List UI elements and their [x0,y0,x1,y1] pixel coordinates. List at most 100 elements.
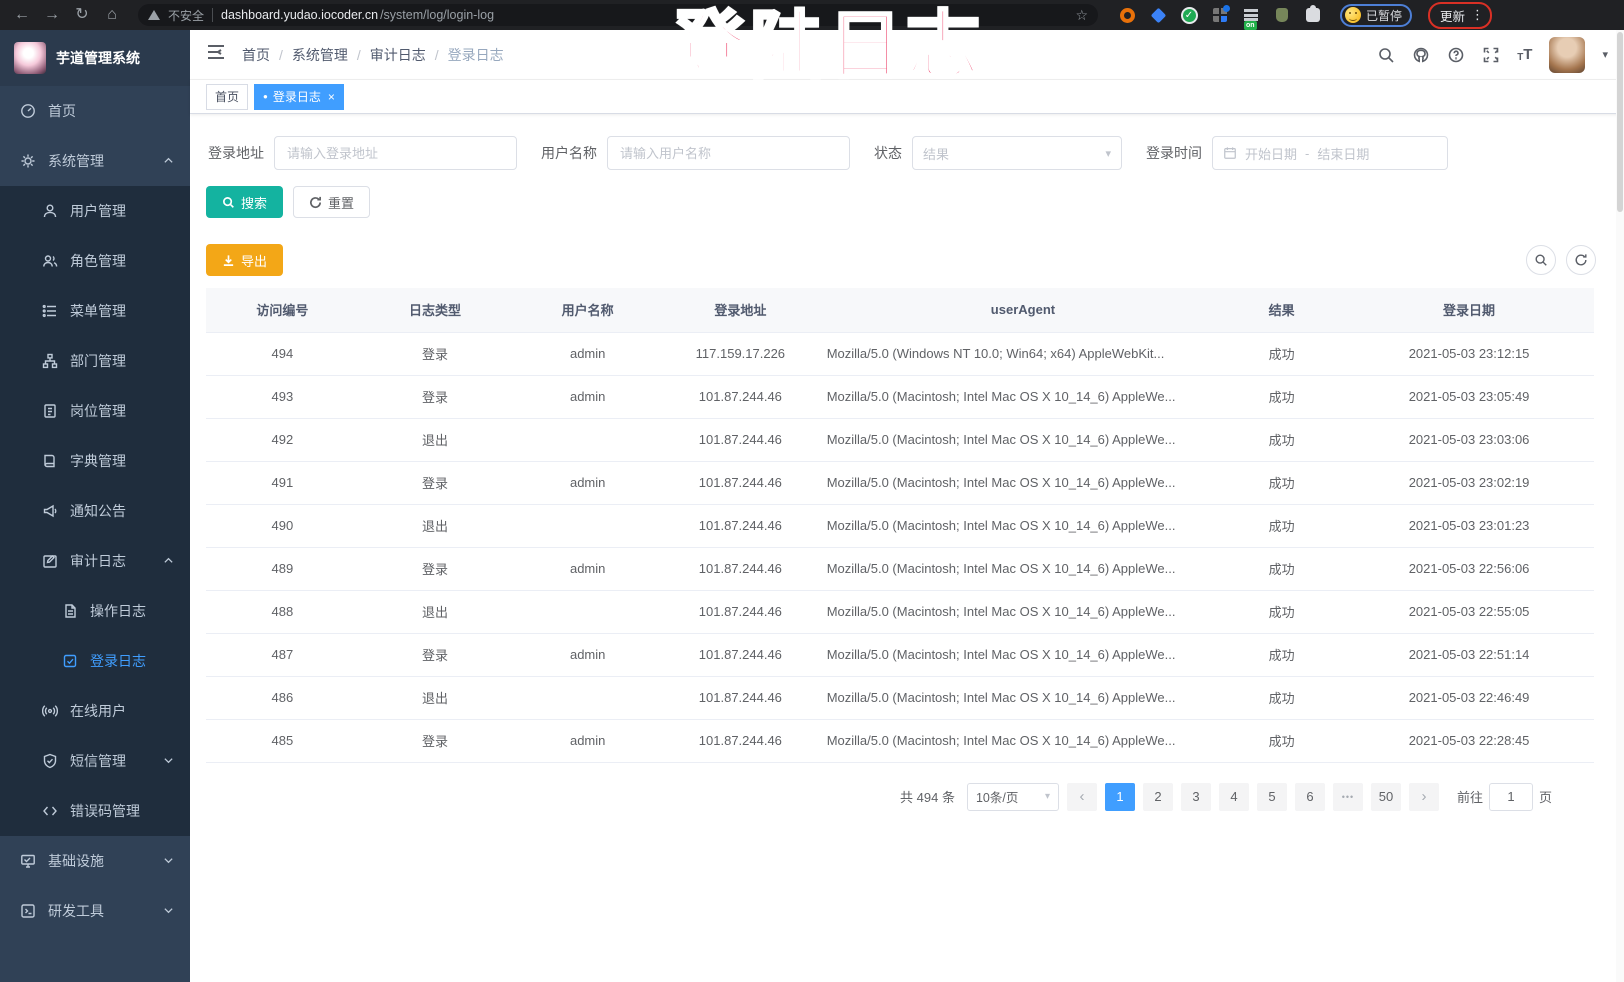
address-bar[interactable]: 不安全 dashboard.yudao.iocoder.cn /system/l… [138,4,1098,26]
close-icon[interactable]: × [328,90,335,104]
page-scrollbar[interactable] [1616,30,1624,982]
font-size-icon[interactable]: TT [1517,46,1532,63]
sidebar-item-users[interactable]: 用户管理 [0,186,190,236]
page-size-select[interactable]: 10条/页 ▾ [967,783,1059,811]
browser-menu-icon[interactable]: ⋮ [1471,7,1484,23]
url-path: /system/log/login-log [380,8,494,22]
sidebar-item-login-log[interactable]: 登录日志 [0,636,190,686]
extension-orange-icon[interactable] [1118,6,1136,24]
sidebar-item-dev-tools[interactable]: 研发工具 [0,886,190,936]
login-time-label: 登录时间 [1146,143,1202,163]
browser-toolbar: ← → ↻ ⌂ 不安全 dashboard.yudao.iocoder.cn /… [0,0,1624,30]
user-avatar[interactable] [1549,37,1585,73]
tab-home[interactable]: 首页 [206,84,248,110]
search-icon[interactable] [1377,46,1395,64]
extension-green-check-icon[interactable]: ✓ [1180,6,1198,24]
sidebar-item-menus[interactable]: 菜单管理 [0,286,190,336]
sidebar-item-sms[interactable]: 短信管理 [0,736,190,786]
page-button-5[interactable]: 5 [1257,783,1287,811]
toggle-search-button[interactable] [1526,245,1556,275]
login-log-icon [62,653,78,669]
extensions-puzzle-icon[interactable] [1304,6,1322,24]
help-icon[interactable] [1447,46,1465,64]
table-row[interactable]: 490退出101.87.244.46Mozilla/5.0 (Macintosh… [206,504,1594,547]
sidebar-item-system[interactable]: 系统管理 [0,136,190,186]
browser-home-icon[interactable]: ⌂ [100,0,124,30]
table-row[interactable]: 489登录admin101.87.244.46Mozilla/5.0 (Maci… [206,547,1594,590]
chevron-down-icon [163,853,174,869]
table-row[interactable]: 488退出101.87.244.46Mozilla/5.0 (Macintosh… [206,590,1594,633]
status-select[interactable]: 结果 ▾ [912,136,1122,170]
table-row[interactable]: 485登录admin101.87.244.46Mozilla/5.0 (Maci… [206,719,1594,762]
page-button-3[interactable]: 3 [1181,783,1211,811]
breadcrumb-system[interactable]: 系统管理 [292,45,348,65]
not-secure-label: 不安全 [168,7,204,24]
page-button-50[interactable]: 50 [1371,783,1401,811]
page-unit-label: 页 [1539,787,1552,806]
page-content: 登录地址 用户名称 状态 结果 ▾ 登录时间 开始日期 - 结束日期 [190,114,1624,982]
extension-diamond-icon[interactable] [1149,6,1167,24]
sidebar-item-roles[interactable]: 角色管理 [0,236,190,286]
extension-plug-icon[interactable] [1273,6,1291,24]
table-toolbar: 导出 [206,244,1608,276]
col-header-id: 访问编号 [206,288,359,332]
table-header-row: 访问编号 日志类型 用户名称 登录地址 userAgent 结果 登录日期 [206,288,1594,332]
date-range-picker[interactable]: 开始日期 - 结束日期 [1212,136,1448,170]
page-button-4[interactable]: 4 [1219,783,1249,811]
sidebar-item-home[interactable]: 首页 [0,86,190,136]
bookmark-star-icon[interactable]: ☆ [1075,7,1088,24]
next-page-button[interactable]: › [1409,783,1439,811]
login-address-input[interactable] [274,136,517,170]
page-button-1[interactable]: 1 [1105,783,1135,811]
table-row[interactable]: 487登录admin101.87.244.46Mozilla/5.0 (Maci… [206,633,1594,676]
sidebar-item-infrastructure[interactable]: 基础设施 [0,836,190,886]
table-row[interactable]: 491登录admin101.87.244.46Mozilla/5.0 (Maci… [206,461,1594,504]
filter-form: 登录地址 用户名称 状态 结果 ▾ 登录时间 开始日期 - 结束日期 [206,136,1608,170]
username-input[interactable] [607,136,850,170]
sidebar-item-departments[interactable]: 部门管理 [0,336,190,386]
breadcrumb-audit[interactable]: 审计日志 [370,45,426,65]
browser-update-button[interactable]: 更新 ⋮ [1428,2,1492,29]
extension-list-on-icon[interactable]: on [1242,6,1260,24]
avatar-caret-icon[interactable]: ▾ [1602,48,1608,61]
refresh-button[interactable] [1566,245,1596,275]
sidebar-item-audit-logs[interactable]: 审计日志 [0,536,190,586]
github-icon[interactable] [1412,46,1430,64]
fullscreen-icon[interactable] [1482,46,1500,64]
more-pages-button[interactable]: ••• [1333,783,1363,811]
paused-label: 已暂停 [1366,7,1402,24]
end-date-placeholder: 结束日期 [1317,144,1369,163]
page-button-6[interactable]: 6 [1295,783,1325,811]
export-button[interactable]: 导出 [206,244,283,276]
extension-grid-icon[interactable] [1211,6,1229,24]
sidebar-item-dictionary[interactable]: 字典管理 [0,436,190,486]
browser-back-icon[interactable]: ← [10,0,34,30]
breadcrumb-separator: / [435,47,439,63]
prev-page-button[interactable]: ‹ [1067,783,1097,811]
page-button-2[interactable]: 2 [1143,783,1173,811]
tab-login-log[interactable]: ● 登录日志 × [254,84,344,110]
col-header-user: 用户名称 [511,288,664,332]
sidebar-item-error-codes[interactable]: 错误码管理 [0,786,190,836]
goto-label: 前往 [1457,787,1483,806]
reset-button[interactable]: 重置 [293,186,370,218]
goto-page-input[interactable] [1489,783,1533,811]
browser-reload-icon[interactable]: ↻ [70,0,94,30]
table-row[interactable]: 493登录admin101.87.244.46Mozilla/5.0 (Maci… [206,375,1594,418]
breadcrumb-home[interactable]: 首页 [242,45,270,65]
devtool-icon [20,903,36,919]
app-logo [14,42,46,74]
profile-paused-chip[interactable]: 已暂停 [1340,4,1412,27]
table-row[interactable]: 494登录admin117.159.17.226Mozilla/5.0 (Win… [206,332,1594,375]
sidebar-item-notices[interactable]: 通知公告 [0,486,190,536]
sidebar-item-online-users[interactable]: 在线用户 [0,686,190,736]
table-row[interactable]: 486退出101.87.244.46Mozilla/5.0 (Macintosh… [206,676,1594,719]
app-title: 芋道管理系统 [56,48,140,68]
browser-forward-icon[interactable]: → [40,0,64,30]
app-logo-row[interactable]: 芋道管理系统 [0,30,190,86]
sidebar-item-operation-log[interactable]: 操作日志 [0,586,190,636]
table-row[interactable]: 492退出101.87.244.46Mozilla/5.0 (Macintosh… [206,418,1594,461]
sidebar-collapse-icon[interactable] [206,42,226,67]
search-button[interactable]: 搜索 [206,186,283,218]
sidebar-item-posts[interactable]: 岗位管理 [0,386,190,436]
